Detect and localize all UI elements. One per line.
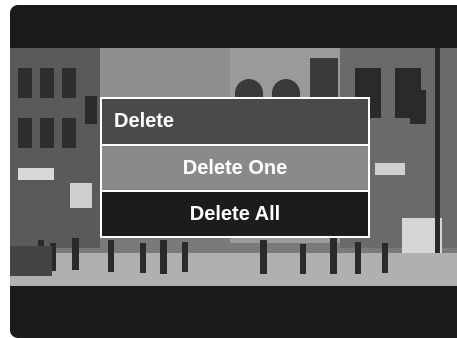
camera-screen: Delete Delete One Delete All	[10, 5, 457, 338]
delete-all-option[interactable]: Delete All	[102, 192, 368, 236]
delete-one-option[interactable]: Delete One	[102, 146, 368, 190]
delete-menu: Delete Delete One Delete All	[100, 97, 370, 238]
menu-title: Delete	[102, 99, 368, 144]
